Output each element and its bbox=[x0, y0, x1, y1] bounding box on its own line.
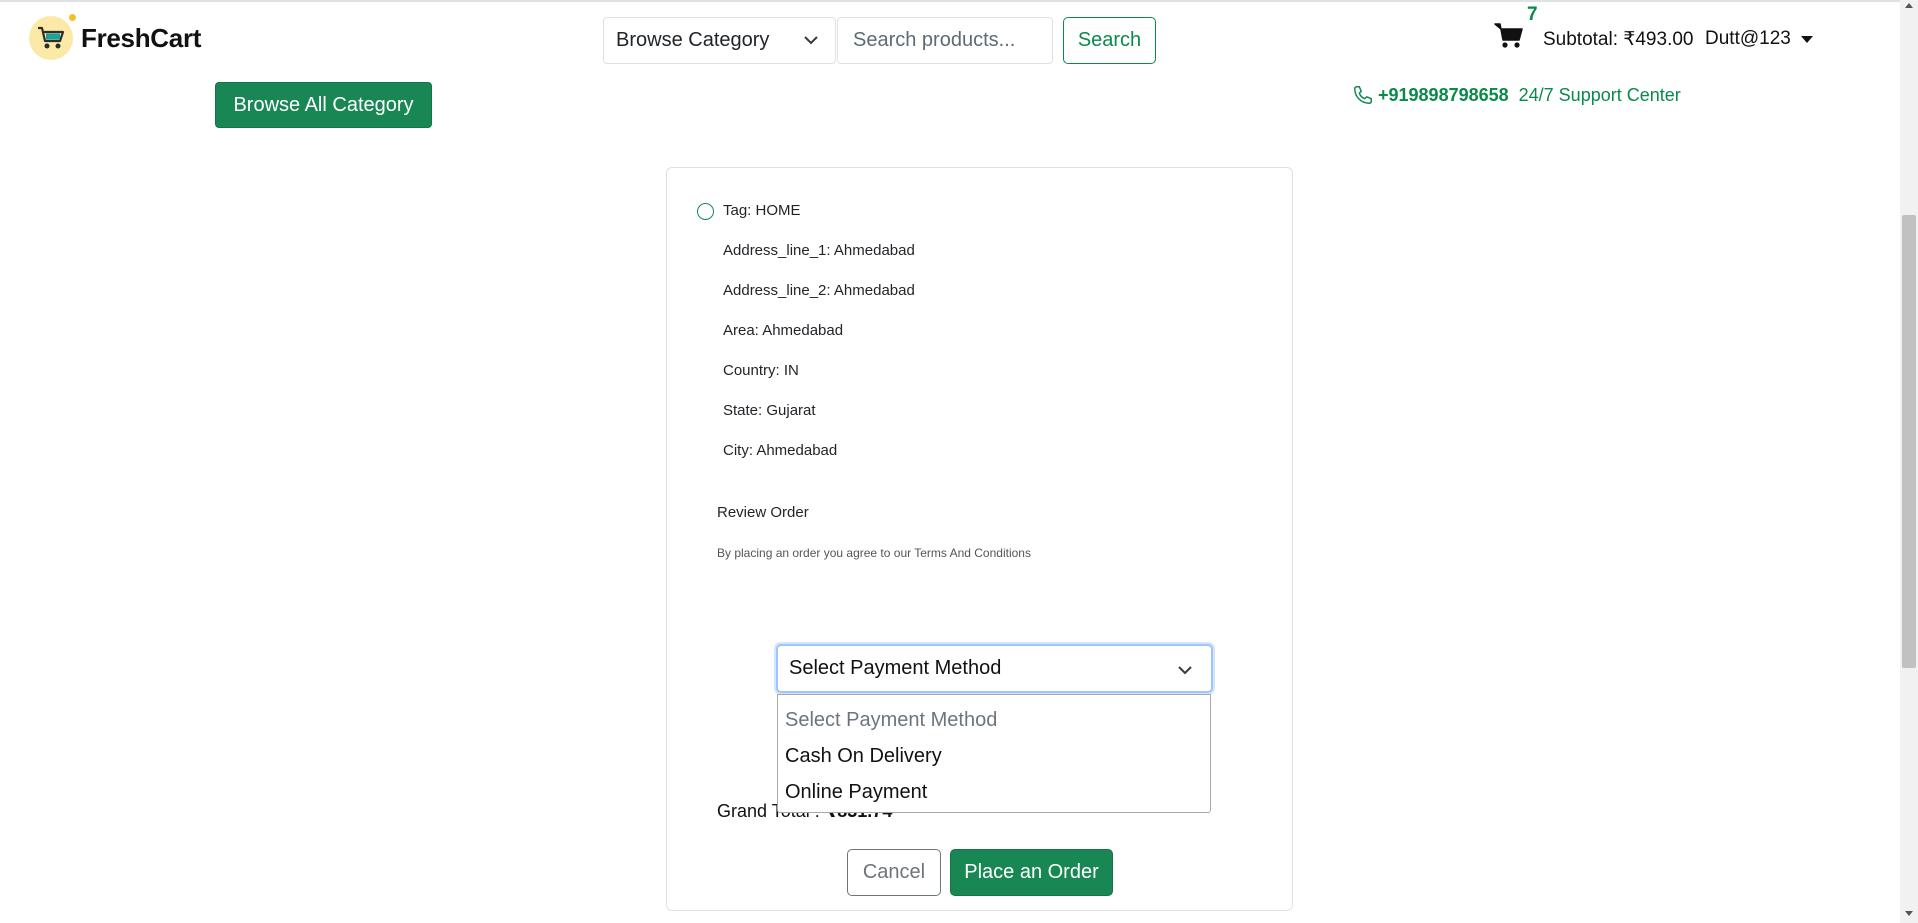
address-area: Area: Ahmedabad bbox=[723, 322, 844, 339]
top-border bbox=[0, 0, 1918, 2]
cart-icon[interactable] bbox=[1494, 22, 1524, 55]
address-line-1: Address_line_1: Ahmedabad bbox=[723, 242, 915, 259]
scroll-up-arrow-icon[interactable] bbox=[1905, 3, 1913, 8]
chevron-down-icon bbox=[804, 36, 818, 45]
browse-category-select[interactable]: Browse Category bbox=[603, 17, 836, 64]
username: Dutt@123 bbox=[1705, 28, 1791, 49]
payment-option-placeholder[interactable]: Select Payment Method bbox=[778, 702, 1210, 738]
payment-option-cod[interactable]: Cash On Delivery bbox=[778, 738, 1210, 774]
address-state: State: Gujarat bbox=[723, 402, 816, 419]
address-radio[interactable] bbox=[697, 203, 714, 220]
scrollbar-thumb[interactable] bbox=[1902, 215, 1916, 668]
address-country: Country: IN bbox=[723, 362, 799, 379]
support-phone[interactable]: +919898798658 bbox=[1378, 85, 1509, 106]
shopping-cart-logo-icon bbox=[29, 14, 76, 60]
payment-method-dropdown: Select Payment Method Cash On Delivery O… bbox=[777, 694, 1211, 813]
browse-all-category-button[interactable]: Browse All Category bbox=[215, 82, 432, 128]
cart-count-badge: 7 bbox=[1527, 4, 1538, 25]
page-scrollbar[interactable] bbox=[1900, 0, 1918, 923]
address-city: City: Ahmedabad bbox=[723, 442, 838, 459]
address-tag: Tag: HOME bbox=[723, 202, 801, 219]
browse-category-label: Browse Category bbox=[616, 29, 770, 51]
payment-method-selected: Select Payment Method bbox=[789, 657, 1002, 679]
scroll-down-arrow-icon[interactable] bbox=[1905, 911, 1913, 916]
chevron-down-icon bbox=[1178, 666, 1192, 675]
caret-down-icon bbox=[1800, 35, 1813, 43]
payment-method-select[interactable]: Select Payment Method bbox=[776, 644, 1213, 693]
user-menu[interactable]: Dutt@123 bbox=[1705, 28, 1813, 50]
search-input[interactable] bbox=[837, 17, 1053, 64]
search-button[interactable]: Search bbox=[1063, 17, 1156, 64]
support-text: 24/7 Support Center bbox=[1518, 84, 1681, 105]
place-order-button[interactable]: Place an Order bbox=[950, 849, 1113, 896]
cancel-button[interactable]: Cancel bbox=[847, 849, 941, 896]
payment-option-online[interactable]: Online Payment bbox=[778, 774, 1210, 810]
review-order-title: Review Order bbox=[717, 504, 809, 521]
support-center: +919898798658 24/7 Support Center bbox=[1352, 84, 1681, 106]
cart-subtotal: Subtotal: ₹493.00 bbox=[1543, 29, 1694, 50]
phone-icon bbox=[1354, 86, 1372, 104]
logo-text: FreshCart bbox=[81, 22, 202, 53]
freshcart-logo[interactable]: FreshCart bbox=[29, 14, 202, 60]
terms-notice: By placing an order you agree to our Ter… bbox=[717, 546, 1031, 560]
address-line-2: Address_line_2: Ahmedabad bbox=[723, 282, 915, 299]
